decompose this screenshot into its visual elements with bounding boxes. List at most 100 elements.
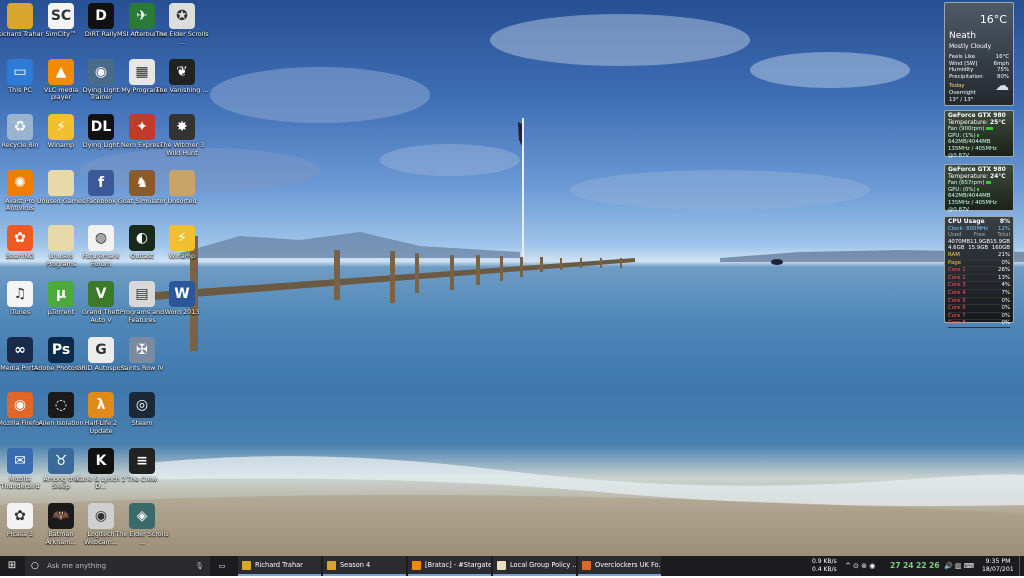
mem-used: 4070MB	[948, 238, 971, 245]
gpu-clock: 135MHz / 405MHz @0.87V	[948, 199, 997, 213]
tray-app-icon-2[interactable]: ⊚	[861, 562, 867, 570]
weather-range: 13° / 13°	[949, 97, 974, 103]
folder-icon	[48, 169, 74, 196]
tray-overflow-icon[interactable]: ^	[843, 556, 853, 576]
taskbar-app-button[interactable]: Local Group Policy ...	[493, 556, 576, 576]
desktop-icon[interactable]: ◈ The Elder Scrolls ...	[115, 503, 169, 546]
keyboard-icon[interactable]: ⌨	[964, 562, 974, 570]
desktop-icon[interactable]: ✪ The Elder Scrolls ...	[155, 3, 209, 46]
cpu-gadget[interactable]: CPU Usage 8% Clock: 800MHz 12% Used Free…	[944, 216, 1014, 328]
mem-total: 15.9GB	[990, 238, 1010, 245]
cpu-core-row: Page 0%	[948, 260, 1010, 268]
weather-row-key: Feels Like	[949, 54, 976, 60]
start-button[interactable]: ⊞	[0, 556, 24, 576]
mem-free: 11.9GB	[970, 238, 991, 245]
desktop-icon-label: The Witcher 3 Wild Hunt	[159, 141, 205, 157]
cpu-core-row: Core 1 26%	[948, 267, 1010, 275]
gpu-load-row: GPU: (0%)	[945, 187, 1013, 194]
cpu-core-row: RAM 21%	[948, 252, 1010, 260]
taskbar-app-button[interactable]: Overclockers UK Fo...	[578, 556, 661, 576]
clock[interactable]: 9:35 PM 18/07/2015	[982, 556, 1014, 578]
gpu-load-bar	[977, 187, 980, 191]
volume-icon[interactable]: 🔊	[944, 562, 953, 570]
dirt-rally-icon: D	[88, 3, 114, 29]
gpu-temp-label: Temperature:	[948, 172, 989, 180]
weather-details: Feels Like 16°C Wind [SW] 6mph Humidity 75%…	[949, 54, 1009, 80]
desktop-icon[interactable]: ❦ The Vanishing ...	[155, 58, 209, 95]
desktop-icon[interactable]: ≡ The Crew	[115, 447, 169, 484]
weather-row-value: 75%	[997, 67, 1009, 74]
disk-total: 160GB	[991, 245, 1010, 252]
saints-row-icon: ✠	[129, 336, 155, 363]
taskbar-app-icon	[327, 560, 336, 570]
mem-header-free: Free	[973, 232, 986, 239]
tray-app-icons[interactable]: ⊙ ⊚ ◉	[853, 556, 889, 576]
desktop-icon-label: The Crew	[126, 474, 158, 483]
search-box[interactable]: ○ Ask me anything 🎙	[25, 556, 210, 576]
weather-temp: 16°C	[979, 13, 1007, 26]
microphone-icon[interactable]: 🎙	[195, 556, 204, 576]
tray-system-icons[interactable]: 🔊 ▥ ⌨	[944, 556, 980, 576]
futuremark-icon: ◍	[88, 225, 114, 252]
taskbar-app-button[interactable]: Season 4	[323, 556, 406, 576]
show-desktop-button[interactable]	[1019, 556, 1024, 576]
gpu-gadget-2[interactable]: GeForce GTX 980 Temperature: 24°C Fan (6…	[944, 164, 1014, 213]
weather-row-value: 16°C	[995, 54, 1009, 60]
cpu-core-row: Core 3 4%	[948, 282, 1010, 290]
desktop-icon[interactable]: ✠ Saints Row IV	[115, 336, 169, 373]
cpu-core-name: Core 7	[948, 312, 966, 319]
cpu-header: CPU Usage 8%	[945, 217, 1013, 226]
task-view-button[interactable]: ▭	[214, 556, 230, 576]
weather-row: Wind [SW] 6mph	[949, 61, 1009, 68]
tray-temp-value[interactable]: 27	[890, 561, 901, 570]
taskbar-app-label: [Bratac] - #Stargate...	[425, 561, 491, 569]
weather-city: Neath	[949, 31, 977, 41]
desktop-icon[interactable]: ◎ Steam	[115, 392, 169, 428]
gpu-fan-label: Fan (900rpm)	[948, 126, 985, 133]
tray-app-icon-3[interactable]: ◉	[869, 562, 875, 570]
gpu-temp-label: Temperature:	[948, 118, 989, 126]
facebook-icon: f	[88, 169, 114, 196]
taskbar-app-label: Richard Trahar	[255, 561, 303, 569]
taskbar-app-icon	[497, 560, 506, 570]
winamp-icon: ⚡	[169, 225, 195, 252]
desktop-icon-label: Unsorted	[167, 196, 197, 205]
gpu-gadget-1[interactable]: GeForce GTX 980 Temperature: 25°C Fan (9…	[944, 110, 1014, 159]
desktop-icon[interactable]: ✸ The Witcher 3 Wild Hunt	[155, 114, 209, 157]
weather-row-key: Precipitation	[949, 73, 983, 80]
disk-free: 15.9GB	[968, 245, 989, 252]
cpu-core-pct: 0%	[1001, 259, 1010, 266]
gpu-temp-row: Temperature: 24°C	[945, 172, 1013, 181]
network-icon[interactable]: ▥	[955, 562, 962, 570]
tray-temp-value[interactable]: 24	[903, 561, 914, 570]
cpu-core-row: Core 7 0%	[948, 313, 1010, 321]
cpu-core-pct: 13%	[998, 274, 1010, 281]
tray-app-icon-1[interactable]: ⊙	[853, 562, 859, 570]
desktop-icon-label: The Vanishing ...	[155, 85, 209, 94]
tray-temp-value[interactable]: 26	[929, 561, 940, 570]
gpu-load-label: GPU: (1%)	[948, 132, 976, 139]
desktop-icon[interactable]: ⚡ Winamp	[155, 225, 209, 261]
taskbar-app-button[interactable]: Richard Trahar	[238, 556, 321, 576]
gpu-fan-row: Fan (657rpm)	[945, 180, 1013, 187]
desktop-icon[interactable]: Unsorted	[155, 169, 209, 206]
picasa-icon: ✿	[7, 503, 33, 530]
computer-icon: ▭	[7, 58, 33, 85]
desktop-icon[interactable]: W Word 2013	[155, 281, 209, 317]
taskbar-app-button[interactable]: [Bratac] - #Stargate...	[408, 556, 491, 576]
taskbar-app-icon	[242, 560, 251, 570]
cpu-core-name: Core 1	[948, 267, 966, 274]
elder-scrolls-online-icon: ◈	[129, 503, 155, 530]
folder-icon	[169, 169, 195, 196]
gpu-temp-value: 25°C	[989, 118, 1006, 126]
desktop-icon-label: Saints Row IV	[120, 363, 164, 372]
recycle-bin-icon: ♻	[7, 114, 33, 141]
cpu-mem-headers: Used Free Total	[945, 232, 1013, 239]
weather-gadget[interactable]: 16°C Neath Mostly Cloudy Feels Like 16°C …	[944, 2, 1014, 106]
firefox-icon: ◉	[7, 392, 33, 419]
taskbar: ⊞ ○ Ask me anything 🎙 ▭ Richard Trahar Se…	[0, 556, 1024, 576]
gpu-mem: 642MB/4044MB	[948, 193, 991, 200]
cpu-clock-row: Clock: 800MHz 12%	[945, 226, 1013, 233]
cpu-core-name: Core 5	[948, 297, 966, 304]
tray-temp-value[interactable]: 22	[916, 561, 927, 570]
